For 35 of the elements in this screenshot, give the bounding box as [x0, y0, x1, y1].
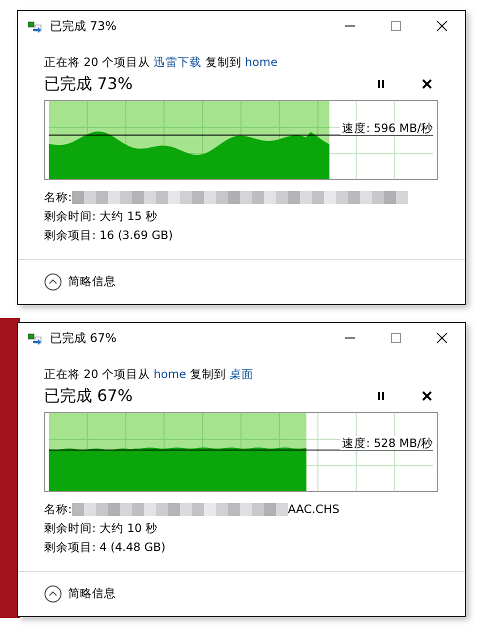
window-title: 已完成 67%	[50, 330, 116, 347]
progress-text: 已完成 73%	[44, 73, 134, 96]
details-toggle-label[interactable]: 简略信息	[68, 585, 116, 603]
items-remaining: 剩余项目: 16 (3.69 GB)	[44, 227, 174, 244]
window-title: 已完成 73%	[50, 18, 116, 35]
source-link[interactable]: 迅雷下载	[154, 55, 202, 69]
time-remaining: 剩余时间: 大约 15 秒	[44, 208, 158, 226]
destination-link[interactable]: home	[244, 55, 278, 69]
details-toggle-label[interactable]: 简略信息	[68, 273, 116, 291]
maximize-icon	[391, 21, 401, 31]
close-icon	[437, 21, 447, 31]
pause-icon	[376, 391, 386, 402]
cancel-icon	[422, 391, 432, 402]
close-icon	[437, 333, 447, 343]
progress-text: 已完成 67%	[44, 385, 134, 408]
time-remaining: 剩余时间: 大约 10 秒	[44, 520, 158, 538]
chevron-up-icon	[44, 585, 62, 603]
details-toggle-button[interactable]	[44, 585, 62, 603]
chevron-up-icon	[44, 273, 62, 291]
copy-icon	[28, 19, 42, 33]
copy-description: 正在将 20 个项目从 home 复制到 桌面	[44, 366, 255, 383]
details-toggle-button[interactable]	[44, 273, 62, 291]
speed-label: 速度: 596 MB/秒	[340, 121, 435, 136]
name-label: 名称:	[44, 189, 72, 206]
source-link[interactable]: home	[154, 367, 186, 381]
copy-icon	[28, 331, 42, 345]
items-remaining: 剩余项目: 4 (4.48 GB)	[44, 539, 167, 556]
name-label: 名称:	[44, 501, 72, 518]
copy-description: 正在将 20 个项目从 迅雷下载 复制到 home	[44, 54, 279, 71]
maximize-icon	[391, 333, 401, 343]
speed-label: 速度: 528 MB/秒	[340, 436, 435, 450]
cancel-icon	[422, 79, 432, 90]
destination-link[interactable]: 桌面	[230, 367, 254, 381]
file-name: AAC.CHS	[288, 501, 340, 518]
pause-icon	[376, 79, 386, 90]
